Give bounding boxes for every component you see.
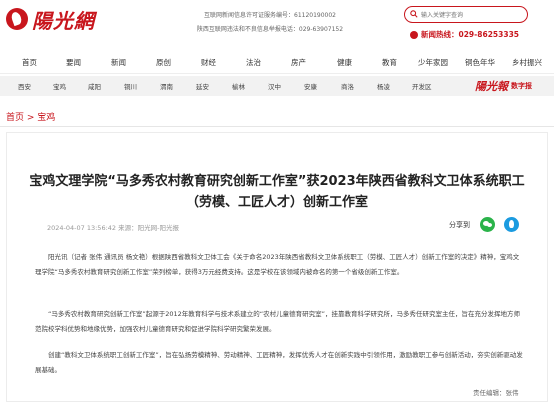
region-item-xianyang[interactable]: 咸阳: [88, 81, 101, 91]
breadcrumb: 首页 > 宝鸡: [6, 110, 55, 123]
nav-item-rural[interactable]: 乡村振兴: [512, 57, 542, 68]
region-nav: 西安 宝鸡 咸阳 铜川 渭南 延安 榆林 汉中 安康 商洛 杨凌 开发区 陽光報…: [0, 76, 554, 96]
license-line-2: 陕西互联网违法和不良信息举报电话：029-63907152: [196, 26, 344, 33]
region-item-hanzhong[interactable]: 汉中: [268, 81, 281, 91]
article-container: 宝鸡文理学院“马多秀农村教育研究创新工作室”获2023年陕西省教科文卫体系统职工…: [6, 132, 548, 402]
nav-item-seniors[interactable]: 铜色年华: [465, 57, 495, 68]
region-item-yanan[interactable]: 延安: [196, 81, 209, 91]
logo-text: 陽光網: [32, 8, 95, 33]
region-item-xian[interactable]: 西安: [18, 81, 31, 91]
article-title: 宝鸡文理学院“马多秀农村教育研究创新工作室”获2023年陕西省教科文卫体系统职工…: [29, 174, 525, 210]
region-item-baoji[interactable]: 宝鸡: [53, 81, 66, 91]
search-input[interactable]: [421, 9, 521, 21]
breadcrumb-separator: >: [24, 113, 38, 123]
license-info: 互联网新闻信息许可证服务编号：61120190002 陕西互联网违法和不良信息举…: [170, 9, 370, 37]
digital-paper-link[interactable]: 陽光報 数字报: [475, 78, 532, 94]
nav-item-youth[interactable]: 少年家园: [418, 57, 448, 68]
divider: [0, 126, 554, 127]
hotline-label: 新闻热线：: [421, 30, 459, 39]
nav-item-law[interactable]: 法治: [246, 57, 261, 68]
region-item-yulin[interactable]: 榆林: [232, 81, 245, 91]
breadcrumb-home[interactable]: 首页: [6, 113, 24, 123]
nav-item-headlines[interactable]: 要闻: [66, 57, 81, 68]
site-header: 陽光網 互联网新闻信息许可证服务编号：61120190002 陕西互联网违法和不…: [0, 0, 554, 44]
share-bar: 分享到: [449, 217, 519, 232]
article-paragraph: “马多秀农村教育研究创新工作室”起源于2012年教育科学与技术系建立的“农村儿童…: [35, 310, 521, 333]
nav-item-education[interactable]: 教育: [382, 57, 397, 68]
region-item-shangluo[interactable]: 商洛: [341, 81, 354, 91]
region-item-ankang[interactable]: 安康: [304, 81, 317, 91]
region-item-weinan[interactable]: 渭南: [160, 81, 173, 91]
nav-item-health[interactable]: 健康: [337, 57, 352, 68]
qq-share-icon[interactable]: [504, 217, 519, 232]
search-icon[interactable]: [410, 10, 418, 18]
logo-icon: [6, 8, 28, 30]
region-item-tongchuan[interactable]: 铜川: [124, 81, 137, 91]
nav-item-home[interactable]: 首页: [22, 57, 37, 68]
share-label: 分享到: [449, 220, 470, 229]
article-meta: 2024-04-07 13:56:42 来源：阳光网-阳光报: [47, 224, 179, 232]
main-nav: 首页 要闻 新闻 原创 财经 法治 房产 健康 教育 少年家园 铜色年华 乡村振…: [0, 52, 554, 74]
region-item-yangling[interactable]: 杨凌: [377, 81, 390, 91]
responsible-editor: 责任编辑：张伟: [473, 389, 519, 397]
hotline-number: 029-86253335: [458, 30, 520, 39]
site-logo[interactable]: 陽光網: [6, 6, 95, 33]
paper-label: 数字报: [511, 82, 532, 90]
article-paragraph: 阳光讯（记者 张伟 通讯员 杨文艳）根据陕西省教科文卫体工会《关于命名2023年…: [35, 253, 520, 276]
article-paragraph: 创建“教科文卫体系统职工创新工作室”，旨在弘扬劳模精神、劳动精神、工匠精神，发挥…: [35, 351, 523, 374]
nav-item-news[interactable]: 新闻: [111, 57, 126, 68]
wechat-share-icon[interactable]: [480, 217, 495, 232]
region-item-devzone[interactable]: 开发区: [412, 81, 432, 91]
breadcrumb-current[interactable]: 宝鸡: [37, 113, 55, 123]
news-hotline: 新闻热线： 029-86253335: [410, 29, 519, 40]
search-box[interactable]: [404, 6, 528, 23]
paper-logo: 陽光報: [475, 80, 508, 93]
license-line-1: 互联网新闻信息许可证服务编号：61120190002: [204, 12, 336, 19]
nav-item-property[interactable]: 房产: [291, 57, 306, 68]
phone-icon: [410, 30, 418, 39]
nav-item-finance[interactable]: 财经: [201, 57, 216, 68]
nav-item-original[interactable]: 原创: [156, 57, 171, 68]
